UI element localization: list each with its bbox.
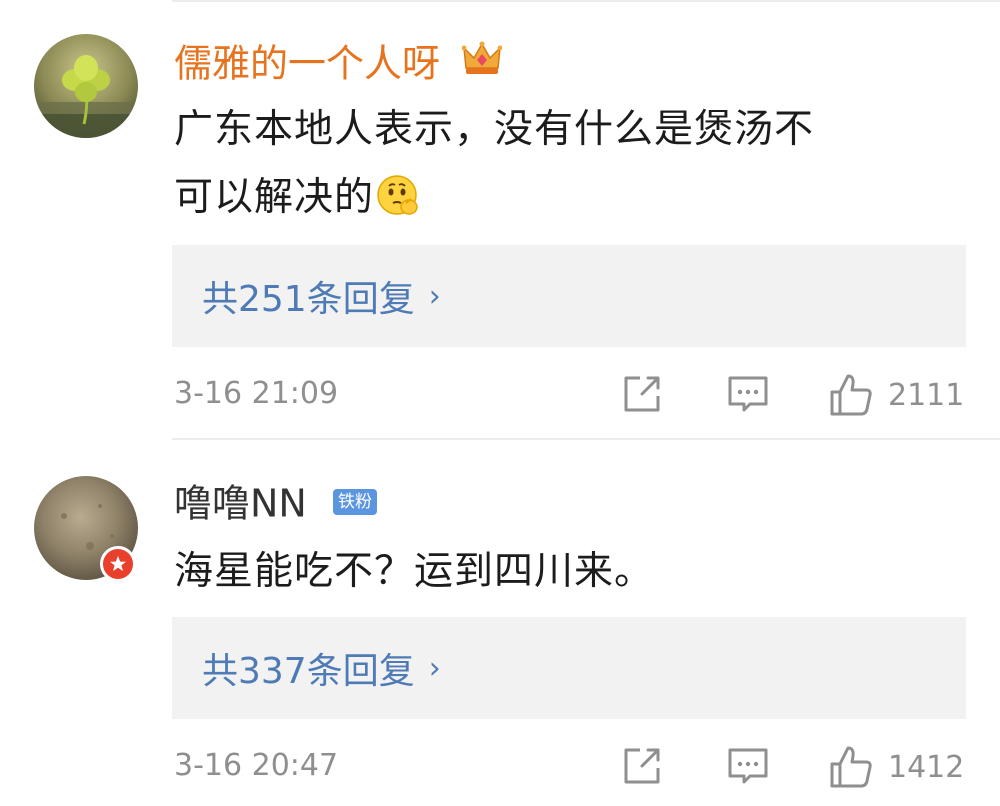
comment-icon xyxy=(728,376,768,412)
timestamp: 3-16 21:09 xyxy=(174,376,339,411)
repost-button[interactable] xyxy=(620,372,664,416)
clover-avatar-image xyxy=(34,34,138,138)
chevron-right-icon: › xyxy=(428,278,441,314)
thumbs-up-icon xyxy=(830,374,872,416)
star-icon xyxy=(110,556,126,571)
comment-icon xyxy=(728,748,768,784)
top-divider xyxy=(172,0,1000,2)
view-replies-button[interactable]: 共337条回复 › xyxy=(172,617,966,719)
view-replies-button[interactable]: 共251条回复 › xyxy=(172,245,966,347)
comment-text-line: 广东本地人表示，没有什么是煲汤不 xyxy=(174,107,815,152)
comment-text: 广东本地人表示，没有什么是煲汤不 可以解决的 xyxy=(174,96,974,240)
username-text: 噜噜NN xyxy=(174,481,307,526)
crown-icon xyxy=(461,40,503,88)
comment-button[interactable] xyxy=(726,372,770,416)
comment-footer: 3-16 20:47 1412 xyxy=(172,744,966,794)
thinking-face-icon xyxy=(376,172,420,240)
comment-text-line: 海星能吃不？运到四川来。 xyxy=(174,549,655,594)
username-text: 儒雅的一个人呀 xyxy=(174,41,441,86)
comment-footer: 3-16 21:09 2111 xyxy=(172,372,966,422)
fan-badge: 铁粉 xyxy=(332,488,377,515)
comment-text-line: 可以解决的 xyxy=(174,164,974,240)
timestamp: 3-16 20:47 xyxy=(174,748,339,783)
thumbs-up-icon xyxy=(830,746,872,788)
replies-label: 共251条回复 xyxy=(202,279,415,320)
like-button[interactable]: 2111 xyxy=(828,372,964,418)
share-icon xyxy=(624,376,660,412)
username[interactable]: 儒雅的一个人呀 xyxy=(174,38,503,88)
comment-text: 海星能吃不？运到四川来。 xyxy=(174,538,974,606)
like-count: 1412 xyxy=(888,749,965,785)
chevron-right-icon: › xyxy=(428,650,441,686)
like-count: 2111 xyxy=(888,377,965,413)
repost-button[interactable] xyxy=(620,744,664,788)
comment-button[interactable] xyxy=(726,744,770,788)
verified-badge xyxy=(100,546,136,582)
like-button[interactable]: 1412 xyxy=(828,744,964,790)
comment-divider xyxy=(172,438,1000,440)
avatar[interactable] xyxy=(34,34,138,138)
username[interactable]: 噜噜NN 铁粉 xyxy=(174,478,377,527)
replies-label: 共337条回复 xyxy=(202,651,415,692)
comment-text-line-2: 可以解决的 xyxy=(174,175,375,220)
share-icon xyxy=(624,748,660,784)
